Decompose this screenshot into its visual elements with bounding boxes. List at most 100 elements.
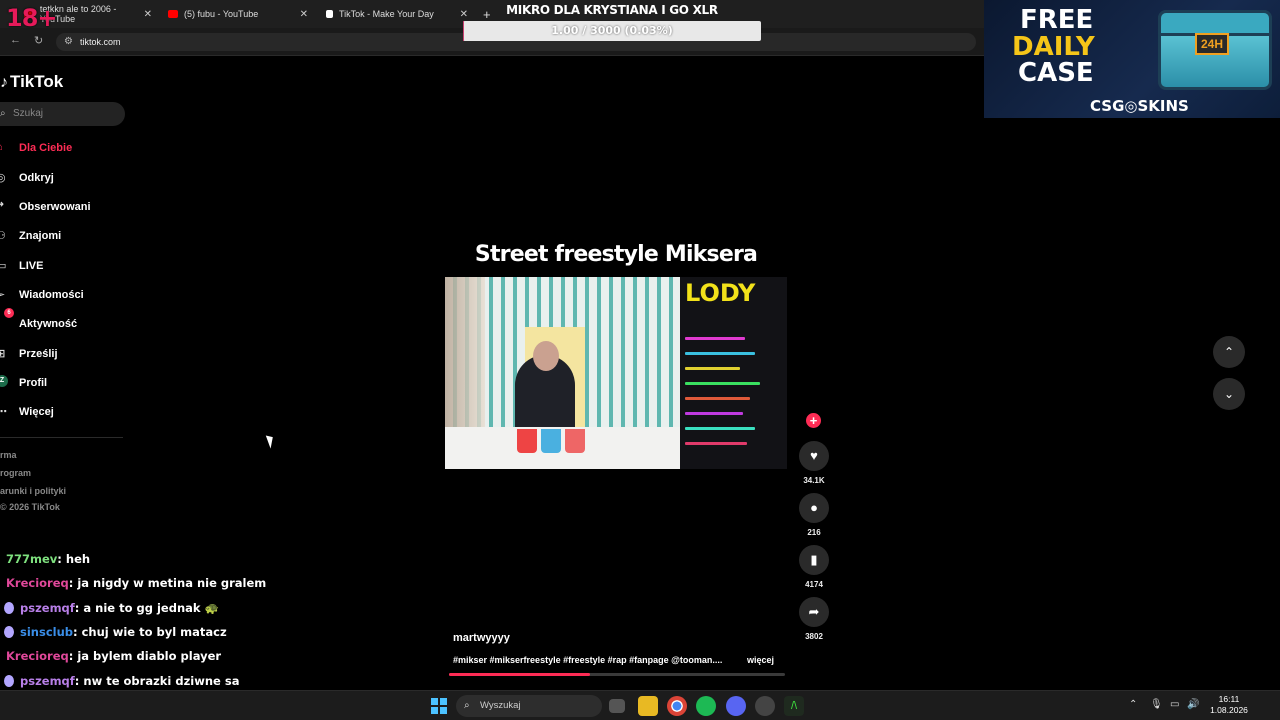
goal-title: MIKRO DLA KRYSTIANA I GO XLR xyxy=(506,3,718,17)
chat-badge-icon xyxy=(4,674,14,687)
video-frame-counter xyxy=(445,427,680,469)
chat-message: Krecioreq: ja nigdy w metina nie gralem xyxy=(0,576,266,596)
search-icon: ⌕ xyxy=(0,108,6,119)
chat-text: : chuj wie to byl matacz xyxy=(73,624,227,639)
sidebar-item-label: Więcej xyxy=(19,406,54,418)
microphone-icon[interactable]: 🎙 xyxy=(1150,699,1163,710)
chat-message: pszemqf: a nie to gg jednak 🐢 xyxy=(0,601,219,621)
search-input[interactable]: ⌕ Szukaj xyxy=(0,102,125,126)
share-button[interactable]: ➦ xyxy=(799,597,829,627)
search-placeholder: Szukaj xyxy=(13,108,44,119)
tiktok-note-icon: ♪ xyxy=(0,74,8,91)
friends-icon: ⚇ xyxy=(0,230,6,242)
video-player[interactable]: LODY xyxy=(445,277,787,469)
csgo-skins-ad[interactable]: FREE DAILY CASE 24H CSG◎SKINS xyxy=(984,0,1280,118)
chat-text: : ja bylem diablo player xyxy=(68,649,222,664)
activity-icon: ⌇ xyxy=(0,317,8,331)
chat-badge-icon xyxy=(4,625,14,638)
sidebar-item-label: LIVE xyxy=(19,260,44,272)
close-tab-icon[interactable]: ✕ xyxy=(144,9,152,20)
chrome-icon[interactable] xyxy=(667,696,687,716)
back-icon[interactable]: ← xyxy=(10,34,21,46)
clock-date: 1.08.2026 xyxy=(1210,705,1248,715)
tab-youtube-2[interactable]: (5) fubu - YouTube ✕ xyxy=(168,4,308,24)
board-line xyxy=(685,352,755,355)
chat-username[interactable]: 777mev xyxy=(6,552,57,566)
chat-username[interactable]: pszemqf xyxy=(20,674,75,688)
footer-link-program[interactable]: rogram xyxy=(0,468,31,478)
chevron-up-icon: ⌃ xyxy=(1223,345,1235,359)
chat-username[interactable]: Krecioreq xyxy=(6,576,69,590)
windows-start-icon[interactable] xyxy=(431,698,447,714)
footer-link-terms[interactable]: arunki i polityki xyxy=(0,486,66,496)
video-frame-cup xyxy=(565,429,585,453)
youtube-icon xyxy=(168,10,178,18)
board-line xyxy=(685,412,743,415)
copyright-text: 2026 TikTok xyxy=(9,502,60,512)
tab-tiktok[interactable]: TikTok - Make Your Day ✕ xyxy=(326,4,468,24)
show-hidden-icons-icon[interactable]: ⌃ xyxy=(1129,699,1137,710)
home-icon: ⌂ xyxy=(0,141,8,155)
search-icon: ⌕ xyxy=(464,700,470,711)
sidebar-item-label: Prześlij xyxy=(19,348,58,360)
footer-link-company[interactable]: rma xyxy=(0,450,17,460)
video-description: #mikser #mikserfreestyle #freestyle #rap… xyxy=(453,655,723,665)
board-line xyxy=(685,382,760,385)
chat-username[interactable]: Krecioreq xyxy=(6,649,69,663)
tab-title: TikTok - Make Your Day xyxy=(339,9,434,19)
discord-icon[interactable] xyxy=(726,696,746,716)
bookmark-icon: ▮ xyxy=(810,552,818,567)
video-progress-bar[interactable] xyxy=(449,673,785,676)
save-count: 4174 xyxy=(805,580,823,589)
footer-copyright: © 2026 TikTok xyxy=(0,502,60,512)
goal-progress-text: 1.00 / 3000 (0.03%) xyxy=(551,24,673,37)
like-button[interactable]: ♥ xyxy=(799,441,829,471)
next-video-button[interactable]: ⌄ xyxy=(1213,378,1245,410)
like-count: 34.1K xyxy=(803,476,825,485)
share-icon: ➦ xyxy=(808,604,820,619)
more-link[interactable]: więcej xyxy=(747,655,774,665)
case-tag: 24H xyxy=(1195,33,1229,55)
chat-message: 777mev: heh xyxy=(0,552,90,572)
video-frame-face xyxy=(445,277,485,427)
taskbar-search-input[interactable]: ⌕ Wyszukaj xyxy=(456,695,602,717)
sidebar-item-label: Znajomi xyxy=(19,230,62,242)
messages-icon: ➢ xyxy=(0,289,6,301)
tab-title: (5) fubu - YouTube xyxy=(184,9,259,19)
tiktok-logo[interactable]: ♪ TikTok xyxy=(0,72,63,92)
video-frame-head xyxy=(533,341,559,371)
taskbar-search-placeholder: Wyszukaj xyxy=(480,700,521,711)
volume-icon[interactable]: 🔊 xyxy=(1187,699,1199,710)
follow-button[interactable]: + xyxy=(806,413,821,428)
terminal-app-icon[interactable]: /\ xyxy=(784,696,804,716)
taskbar-clock[interactable]: 16:11 1.08.2026 xyxy=(1204,694,1254,716)
live-icon: ▭ xyxy=(0,260,7,272)
video-author[interactable]: martwyyyy xyxy=(453,632,510,644)
app-icon[interactable] xyxy=(755,696,775,716)
chat-username[interactable]: sinsclub xyxy=(20,625,73,639)
previous-video-button[interactable]: ⌃ xyxy=(1213,336,1245,368)
comment-button[interactable]: ● xyxy=(799,493,829,523)
notification-badge: 6 xyxy=(4,308,14,318)
ad-line-free: FREE xyxy=(1020,5,1094,35)
board-line xyxy=(685,427,755,430)
comment-icon: ● xyxy=(810,500,818,515)
reload-icon[interactable]: ↻ xyxy=(34,34,43,47)
chat-username[interactable]: pszemqf xyxy=(20,601,75,615)
video-frame-cup xyxy=(517,429,537,453)
site-settings-icon[interactable]: ⚙ xyxy=(64,33,73,51)
video-progress-fill xyxy=(449,673,591,676)
windows-taskbar: ⌕ Wyszukaj /\ ⌃ 🎙 ▭ 🔊 16:11 1.08.2026 xyxy=(0,690,1280,720)
chat-text: : a nie to gg jednak 🐢 xyxy=(74,600,219,615)
sidebar-item-label: Odkryj xyxy=(19,172,54,184)
sidebar-item-label: Obserwowani xyxy=(19,201,91,213)
file-explorer-icon[interactable] xyxy=(638,696,658,716)
comment-count: 216 xyxy=(807,528,821,537)
spotify-icon[interactable] xyxy=(696,696,716,716)
task-view-icon[interactable] xyxy=(609,699,625,713)
close-tab-icon[interactable]: ✕ xyxy=(300,9,308,20)
network-icon[interactable]: ▭ xyxy=(1170,699,1179,710)
save-button[interactable]: ▮ xyxy=(799,545,829,575)
logo-text: TikTok xyxy=(10,72,64,91)
age-rating-badge: 18+ xyxy=(6,4,58,32)
